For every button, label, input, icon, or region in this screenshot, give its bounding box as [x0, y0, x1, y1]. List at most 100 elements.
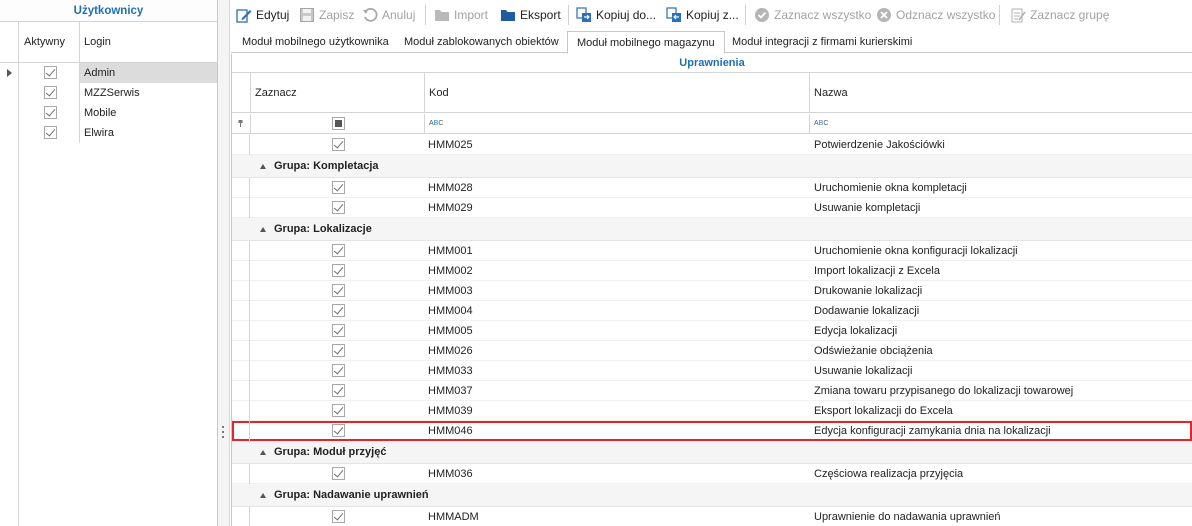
collapse-triangle-icon[interactable] — [260, 164, 266, 169]
user-active-cell[interactable] — [19, 63, 80, 83]
copy-from-button[interactable]: Kopiuj z... — [666, 5, 739, 25]
tab-mobile-warehouse-module[interactable]: Moduł mobilnego magazynu — [567, 31, 725, 54]
permission-row[interactable]: HMMADM Uprawnienie do nadawania uprawnień — [232, 507, 1192, 526]
group-row[interactable]: Grupa: Moduł przyjęć — [232, 441, 1192, 464]
permission-checkbox[interactable] — [332, 201, 345, 214]
permission-checkbox[interactable] — [332, 304, 345, 317]
row-indicator — [0, 123, 19, 143]
permission-code: HMMADM — [428, 511, 479, 523]
edit-button-label: Edytuj — [256, 8, 290, 22]
permission-checkbox[interactable] — [332, 424, 345, 437]
permission-row[interactable]: HMM029 Usuwanie kompletacji — [232, 198, 1192, 218]
permission-checkbox[interactable] — [332, 467, 345, 480]
current-row-arrow-icon — [7, 69, 12, 77]
user-active-checkbox[interactable] — [44, 106, 57, 119]
permission-checkbox[interactable] — [332, 244, 345, 257]
user-login-cell[interactable]: MZZSerwis — [80, 83, 217, 103]
tab-locked-objects-module[interactable]: Moduł zablokowanych obiektów — [395, 32, 568, 53]
filter-checkbox[interactable] — [332, 117, 345, 130]
user-active-cell[interactable] — [19, 83, 80, 103]
toolbar-separator — [745, 5, 746, 25]
panel-splitter[interactable] — [218, 0, 230, 526]
column-header-select[interactable]: Zaznacz — [251, 73, 425, 113]
permission-row[interactable]: HMM028 Uruchomienie okna kompletacji — [232, 178, 1192, 198]
toolbar-separator — [568, 5, 569, 25]
permission-row[interactable]: HMM004 Dodawanie lokalizacji — [232, 301, 1192, 321]
user-active-checkbox[interactable] — [44, 126, 57, 139]
select-group-button[interactable]: Zaznacz grupę — [1010, 5, 1109, 25]
permission-row[interactable]: HMM037 Zmiana towaru przypisanego do loka… — [232, 381, 1192, 401]
user-row[interactable]: Elwira — [0, 123, 217, 143]
permission-row[interactable]: HMM025 Potwierdzenie Jakościówki — [232, 135, 1192, 155]
folder-icon — [434, 7, 450, 23]
permission-name: Częściowa realizacja przyjęcia — [814, 468, 964, 480]
copy-to-button[interactable]: Kopiuj do... — [576, 5, 656, 25]
row-indicator — [0, 103, 19, 123]
collapse-triangle-icon[interactable] — [260, 450, 266, 455]
users-list: Admin MZZSerwis Mobile Elwira — [0, 63, 217, 143]
user-login-cell[interactable]: Admin — [80, 63, 217, 83]
permission-row[interactable]: HMM046 Edycja konfiguracji zamykania dnia… — [232, 421, 1192, 441]
save-button-label: Zapisz — [319, 8, 355, 22]
permission-row[interactable]: HMM001 Uruchomienie okna konfiguracji lok… — [232, 241, 1192, 261]
user-active-checkbox[interactable] — [44, 86, 57, 99]
row-indicator — [232, 341, 250, 361]
row-indicator — [232, 361, 250, 381]
collapse-triangle-icon[interactable] — [260, 227, 266, 232]
splitter-grip-icon[interactable] — [222, 426, 225, 442]
deselect-all-button[interactable]: Odznacz wszystko — [876, 5, 995, 25]
permission-checkbox[interactable] — [332, 384, 345, 397]
group-row[interactable]: Grupa: Lokalizacje — [232, 218, 1192, 241]
permission-checkbox[interactable] — [332, 138, 345, 151]
permission-checkbox[interactable] — [332, 324, 345, 337]
permission-row[interactable]: HMM033 Usuwanie lokalizacji — [232, 361, 1192, 381]
group-label: Grupa: Moduł przyjęć — [274, 446, 387, 458]
permission-row[interactable]: HMM039 Eksport lokalizacji do Excela — [232, 401, 1192, 421]
filter-code-cell[interactable]: ABC — [425, 114, 810, 134]
permission-row[interactable]: HMM005 Edycja lokalizacji — [232, 321, 1192, 341]
row-indicator-column — [0, 143, 19, 526]
collapse-triangle-icon[interactable] — [260, 493, 266, 498]
export-button[interactable]: Eksport — [500, 5, 561, 25]
cancel-button-label: Anuluj — [382, 8, 416, 22]
user-active-cell[interactable] — [19, 103, 80, 123]
column-header-name[interactable]: Nazwa — [810, 73, 1192, 113]
row-indicator-header — [232, 73, 251, 113]
user-active-cell[interactable] — [19, 123, 80, 143]
group-row[interactable]: Grupa: Kompletacja — [232, 155, 1192, 178]
permission-checkbox[interactable] — [332, 404, 345, 417]
cancel-button[interactable]: Anuluj — [362, 5, 415, 25]
permission-row[interactable]: HMM003 Drukowanie lokalizacji — [232, 281, 1192, 301]
edit-button[interactable]: Edytuj — [236, 5, 289, 25]
user-row[interactable]: Admin — [0, 63, 217, 83]
filter-select-cell[interactable] — [251, 114, 425, 134]
column-header-active[interactable]: Aktywny — [19, 22, 80, 62]
column-header-login[interactable]: Login — [80, 22, 217, 62]
row-indicator — [232, 301, 250, 321]
column-header-code[interactable]: Kod — [425, 73, 810, 113]
select-all-button[interactable]: Zaznacz wszystko — [754, 5, 871, 25]
user-login-cell[interactable]: Elwira — [80, 123, 217, 143]
user-active-checkbox[interactable] — [44, 66, 57, 79]
undo-icon — [362, 7, 378, 23]
permission-row[interactable]: HMM036 Częściowa realizacja przyjęcia — [232, 464, 1192, 484]
permission-row[interactable]: HMM026 Odświeżanie obciążenia — [232, 341, 1192, 361]
permission-checkbox[interactable] — [332, 284, 345, 297]
permission-row[interactable]: HMM002 Import lokalizacji z Excela — [232, 261, 1192, 281]
user-login-cell[interactable]: Mobile — [80, 103, 217, 123]
user-row[interactable]: MZZSerwis — [0, 83, 217, 103]
user-row[interactable]: Mobile — [0, 103, 217, 123]
permission-checkbox[interactable] — [332, 264, 345, 277]
edit-icon — [236, 7, 252, 23]
filter-name-cell[interactable]: ABC — [810, 114, 1192, 134]
permission-checkbox[interactable] — [332, 181, 345, 194]
tab-mobile-user-module[interactable]: Moduł mobilnego użytkownika — [233, 32, 398, 53]
tab-courier-integration-module[interactable]: Moduł integracji z firmami kurierskimi — [723, 32, 921, 53]
permission-checkbox[interactable] — [332, 364, 345, 377]
save-button[interactable]: Zapisz — [299, 5, 354, 25]
import-button[interactable]: Import — [434, 5, 488, 25]
row-indicator — [232, 261, 250, 281]
permission-checkbox[interactable] — [332, 510, 345, 523]
permission-checkbox[interactable] — [332, 344, 345, 357]
group-row[interactable]: Grupa: Nadawanie uprawnień — [232, 484, 1192, 507]
